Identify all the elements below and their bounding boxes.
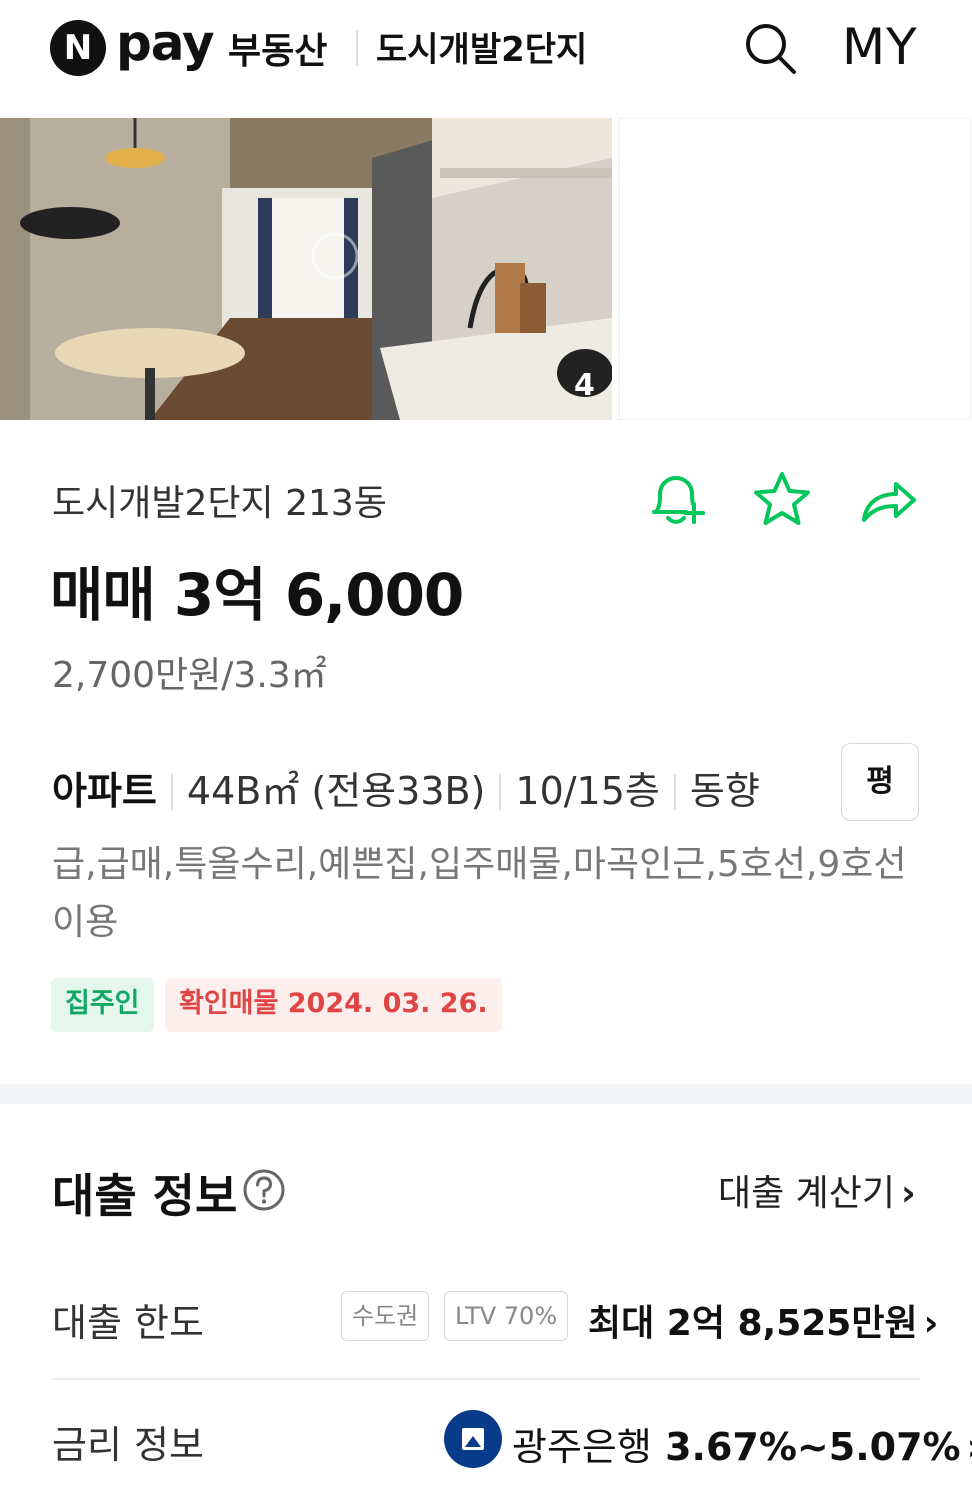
chevron-right-icon: › [901, 1173, 916, 1214]
loan-section-title: 대출 정보 [52, 1169, 238, 1223]
room-photo-illustration [0, 118, 612, 420]
share-icon[interactable] [856, 468, 920, 532]
naver-logo[interactable]: N [50, 20, 106, 76]
property-direction: 동향 [689, 769, 760, 813]
listing-photo-main[interactable] [0, 118, 612, 420]
property-type: 아파트 [52, 769, 157, 813]
chevron-right-icon: › [967, 1425, 972, 1469]
spec-divider [673, 774, 676, 810]
listing-specs: 아파트 44B㎡ (전용33B) 10/15층 동향 [52, 760, 760, 815]
spec-divider [170, 774, 173, 810]
complex-name-link[interactable]: 도시개발2단지 [376, 22, 587, 71]
bell-plus-icon[interactable] [644, 468, 708, 532]
owner-tag: 집주인 [51, 978, 154, 1032]
bank-name: 광주은행 [512, 1425, 652, 1469]
interest-rate-value: 3.67%~5.07% [665, 1425, 961, 1469]
row-divider [52, 1378, 920, 1380]
listing-price: 매매 3억 6,000 [50, 561, 464, 629]
service-name[interactable]: 부동산 [228, 22, 327, 74]
loan-limit-link[interactable]: 최대 2억 8,525만원 › [588, 1294, 938, 1346]
interest-rate-label: 금리 정보 [52, 1423, 204, 1467]
property-area: 44B㎡ (전용33B) [186, 769, 486, 813]
listing-title: 도시개발2단지 213동 [52, 483, 387, 524]
photo-count: 4 [574, 368, 595, 403]
app-header: N pay 부동산 도시개발2단지 MY [0, 0, 972, 118]
property-floor: 10/15층 [515, 769, 660, 813]
pay-logo-text[interactable]: pay [116, 14, 215, 72]
loan-limit-value: 최대 2억 8,525만원 [588, 1303, 918, 1344]
pyeong-toggle-button[interactable]: 평 [841, 743, 919, 821]
chevron-right-icon: › [923, 1303, 939, 1344]
my-page-button[interactable]: MY [842, 18, 918, 76]
listing-features: 급,급매,특올수리,예쁜집,입주매물,마곡인근,5호선,9호선 이용 [52, 844, 907, 943]
help-icon[interactable] [242, 1168, 286, 1212]
ltv-badge: LTV 70% [444, 1291, 569, 1341]
search-icon[interactable] [742, 20, 798, 76]
star-icon[interactable] [750, 468, 814, 532]
verified-listing-tag: 확인매물 2024. 03. 26. [165, 978, 502, 1032]
section-divider [0, 1084, 972, 1104]
loan-calculator-label: 대출 계산기 [718, 1173, 896, 1214]
header-divider [356, 30, 358, 66]
region-badge: 수도권 [341, 1291, 430, 1341]
loan-calculator-link[interactable]: 대출 계산기 › [718, 1164, 916, 1216]
bank-logo-icon [444, 1410, 502, 1468]
interest-rate-link[interactable]: 광주은행 3.67%~5.07%› [512, 1416, 972, 1471]
listing-photo-secondary[interactable] [619, 118, 971, 420]
price-per-area: 2,700만원/3.3㎡ [52, 655, 327, 696]
loan-limit-label: 대출 한도 [52, 1301, 204, 1345]
spec-divider [499, 774, 502, 810]
